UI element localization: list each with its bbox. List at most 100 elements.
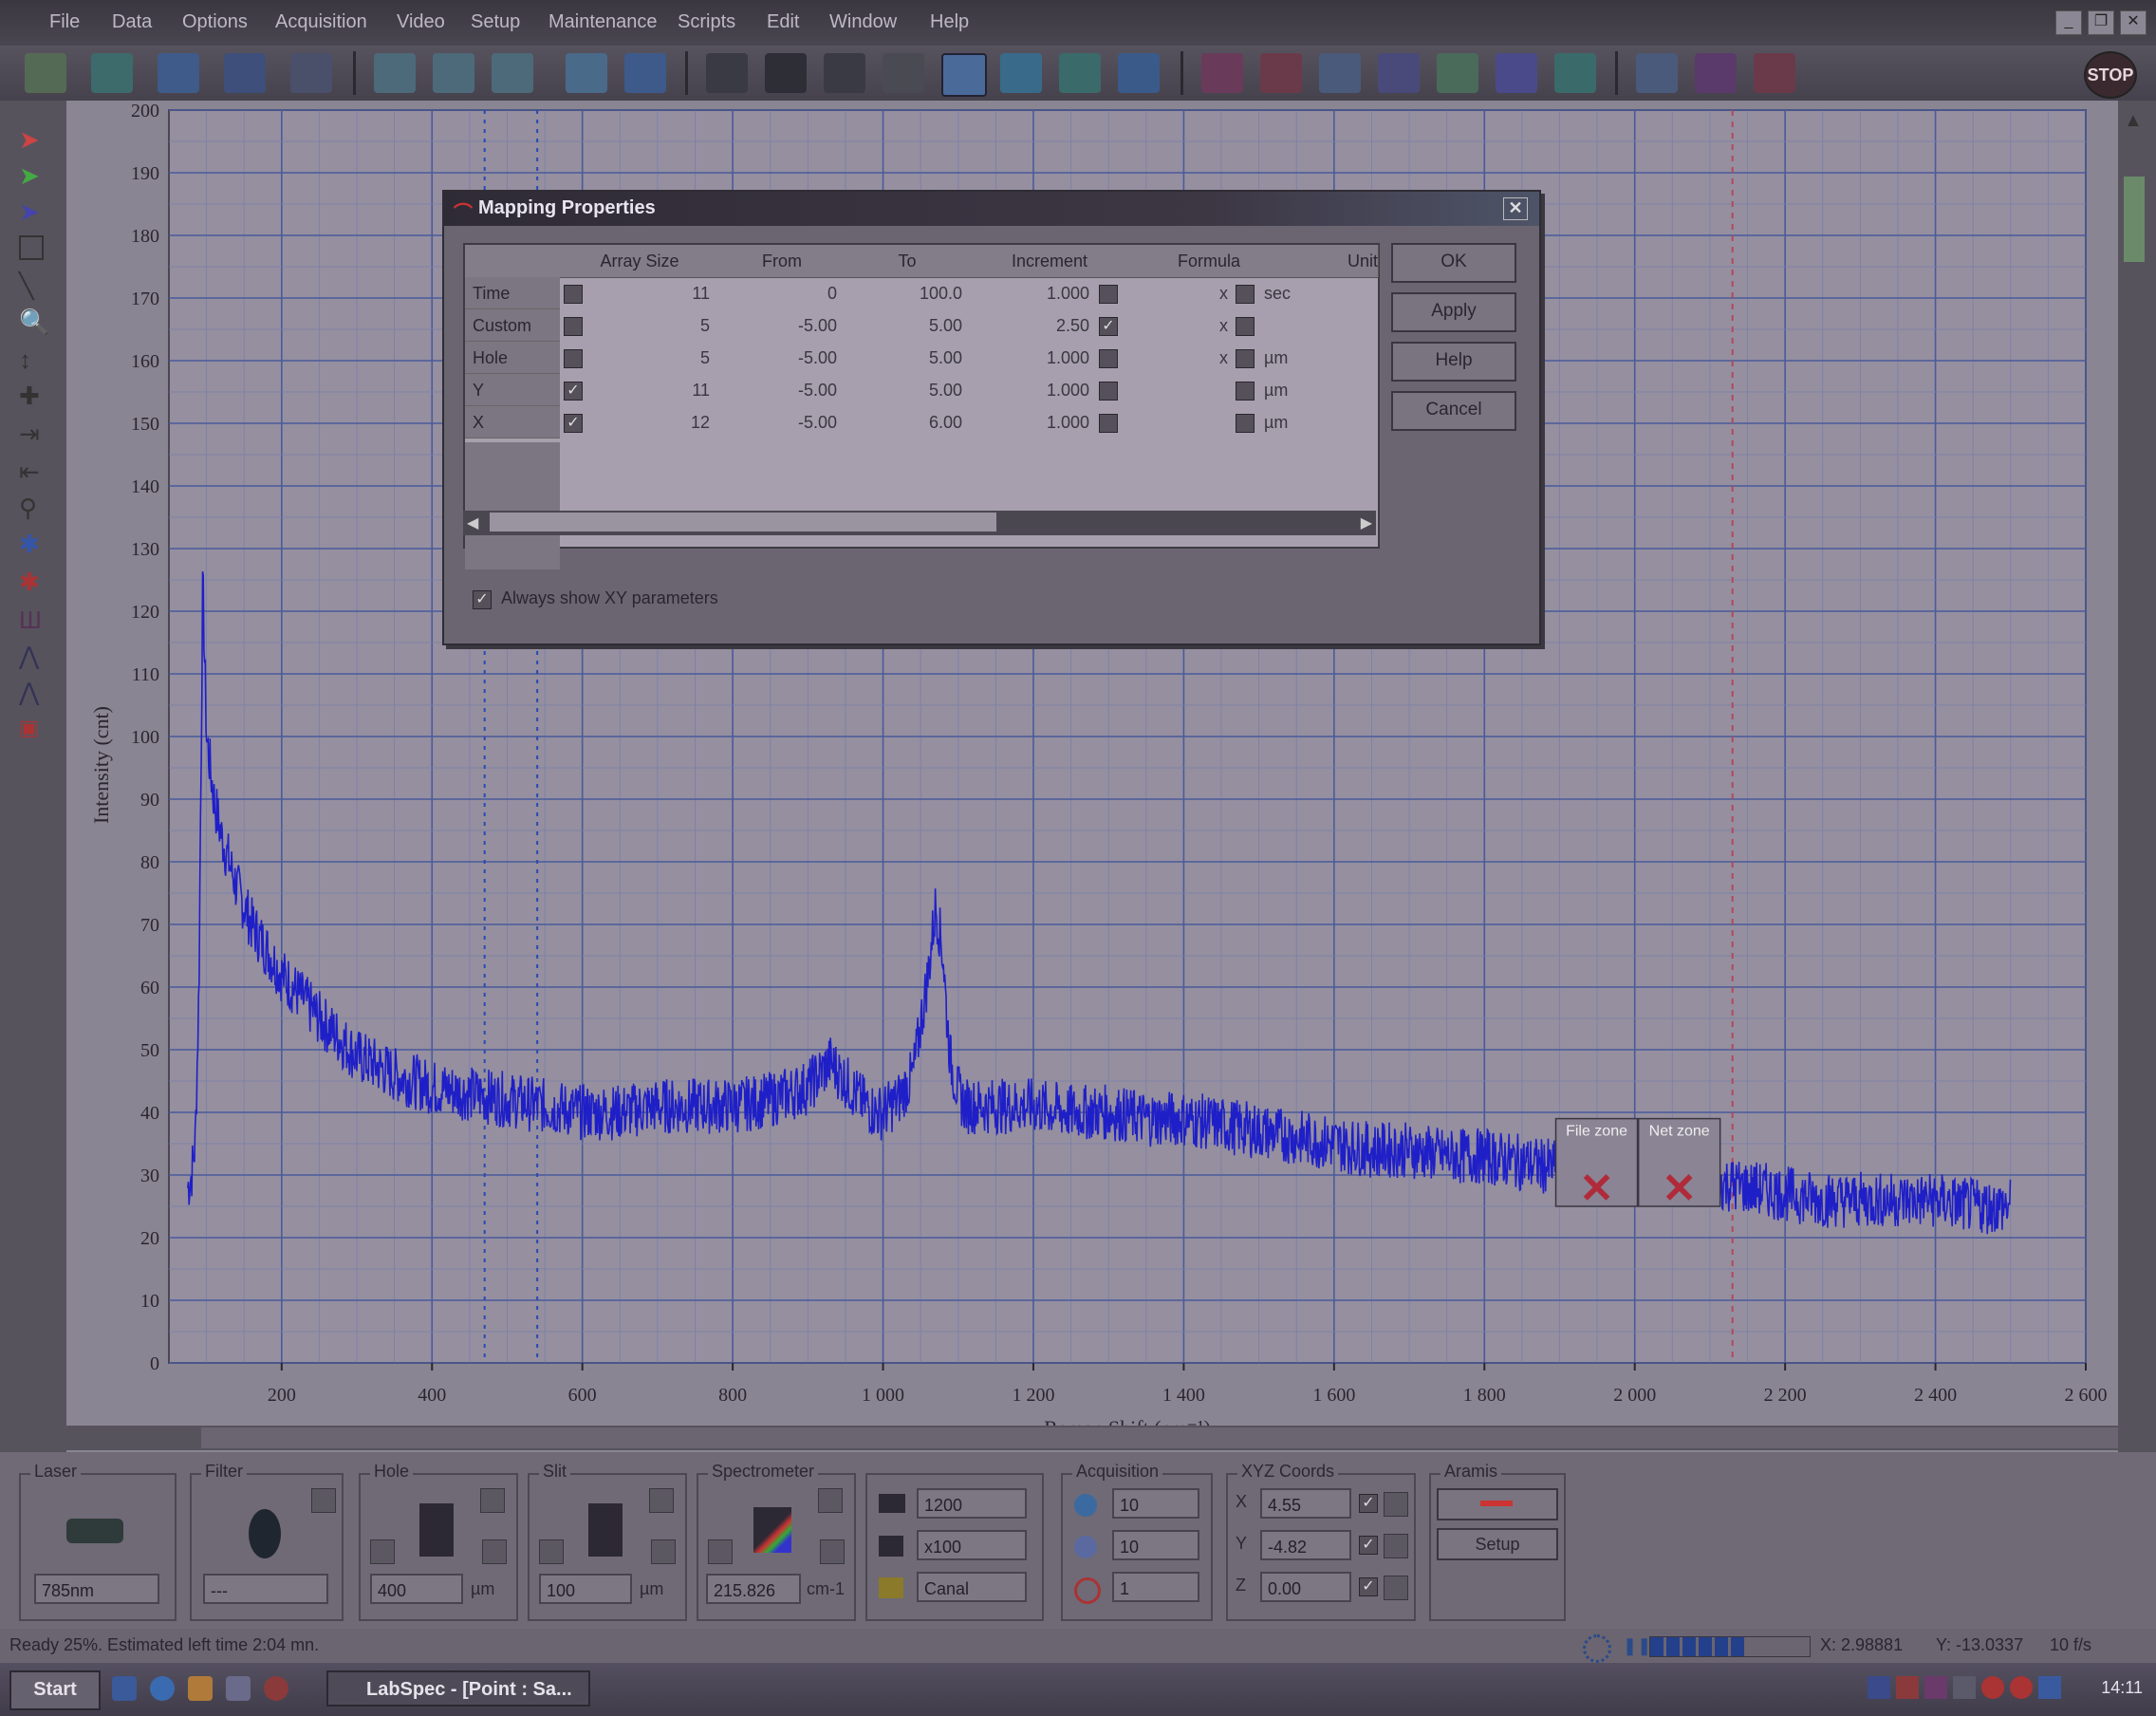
formula-cell[interactable]: x bbox=[1129, 277, 1228, 309]
ok-button[interactable]: OK bbox=[1391, 243, 1516, 283]
slit-increase-icon[interactable] bbox=[651, 1539, 676, 1564]
formula-checkbox[interactable]: ✓ bbox=[1099, 317, 1118, 336]
stage-icon[interactable] bbox=[824, 53, 865, 93]
to-cell[interactable]: 6.00 bbox=[845, 406, 962, 438]
slit-decrease-icon[interactable] bbox=[539, 1539, 564, 1564]
unit-checkbox[interactable] bbox=[1236, 317, 1255, 336]
print-icon[interactable] bbox=[224, 53, 266, 93]
cursor-right-icon[interactable]: ⇥ bbox=[19, 420, 47, 448]
mail-icon[interactable] bbox=[188, 1676, 213, 1701]
zoom-window-icon[interactable] bbox=[566, 53, 607, 93]
spectrometer-settings-icon[interactable] bbox=[818, 1488, 843, 1513]
array-size-cell[interactable]: 11 bbox=[588, 374, 710, 406]
scroll-up-icon[interactable]: ▲ bbox=[2124, 110, 2152, 139]
marker-icon[interactable]: ▣ bbox=[19, 716, 47, 744]
close-icon[interactable]: ✕ bbox=[1503, 197, 1528, 220]
align-icon[interactable] bbox=[492, 53, 533, 93]
pointer-blue-icon[interactable]: ➤ bbox=[19, 197, 47, 226]
peak-icon[interactable] bbox=[1201, 53, 1243, 93]
x-coord-checkbox[interactable]: ✓ bbox=[1359, 1494, 1378, 1513]
unit-checkbox[interactable] bbox=[1236, 285, 1255, 304]
grid-icon[interactable] bbox=[883, 53, 924, 93]
y-coord-input[interactable]: -4.82 bbox=[1260, 1530, 1351, 1560]
context-help-icon[interactable] bbox=[290, 53, 332, 93]
line-icon[interactable]: ╲ bbox=[19, 271, 47, 300]
labspec-quick-icon[interactable] bbox=[226, 1676, 251, 1701]
cross-icon[interactable]: ✚ bbox=[19, 382, 47, 410]
y-coord-go-icon[interactable] bbox=[1384, 1534, 1408, 1558]
pointer-green-icon[interactable]: ➤ bbox=[19, 161, 47, 190]
acquire-icon[interactable] bbox=[706, 53, 748, 93]
fit-peak-2-icon[interactable]: ⋀ bbox=[19, 678, 47, 706]
formula-checkbox[interactable] bbox=[1099, 414, 1118, 433]
formula-cell[interactable] bbox=[1129, 406, 1228, 438]
menu-file[interactable]: File bbox=[49, 11, 80, 33]
menu-help[interactable]: Help bbox=[930, 11, 969, 33]
increment-cell[interactable]: 1.000 bbox=[970, 342, 1089, 374]
analysis-icon[interactable] bbox=[1554, 53, 1596, 93]
to-cell[interactable]: 5.00 bbox=[845, 374, 962, 406]
spectrometer-increase-icon[interactable] bbox=[820, 1539, 845, 1564]
x-coord-go-icon[interactable] bbox=[1384, 1492, 1408, 1517]
start-button[interactable]: Start bbox=[9, 1670, 101, 1710]
vertical-scale-icon[interactable] bbox=[433, 53, 474, 93]
move-icon[interactable] bbox=[374, 53, 416, 93]
pointer-red-icon[interactable]: ➤ bbox=[19, 125, 47, 154]
media-icon[interactable] bbox=[264, 1676, 288, 1701]
objective-select[interactable]: x100 bbox=[917, 1530, 1027, 1560]
increment-cell[interactable]: 1.000 bbox=[970, 406, 1089, 438]
laser-select[interactable]: 785nm bbox=[34, 1574, 159, 1604]
stop-button[interactable]: STOP bbox=[2084, 51, 2137, 99]
array-size-cell[interactable]: 11 bbox=[588, 277, 710, 309]
video-icon[interactable] bbox=[1059, 53, 1101, 93]
y-coord-checkbox[interactable]: ✓ bbox=[1359, 1536, 1378, 1555]
tray-app-icon[interactable] bbox=[1953, 1676, 1976, 1699]
increment-cell[interactable]: 1.000 bbox=[970, 277, 1089, 309]
scroll-thumb[interactable] bbox=[490, 513, 996, 532]
spectrometer-input[interactable]: 215.826 bbox=[706, 1574, 801, 1604]
apply-button[interactable]: Apply bbox=[1391, 292, 1516, 332]
info-icon[interactable] bbox=[624, 53, 666, 93]
vertical-move-icon[interactable]: ↕ bbox=[19, 345, 47, 374]
acquisition-time-input[interactable]: 10 bbox=[1112, 1488, 1199, 1519]
spectra-icon[interactable] bbox=[1496, 53, 1537, 93]
array-size-cell[interactable]: 5 bbox=[588, 309, 710, 342]
tray-monitor-icon[interactable] bbox=[2038, 1676, 2061, 1699]
network-icon[interactable] bbox=[1896, 1676, 1919, 1699]
restore-icon[interactable]: ❐ bbox=[2088, 10, 2114, 35]
peak-remove-icon[interactable]: ✱ bbox=[19, 568, 47, 596]
canal-select[interactable]: Canal bbox=[917, 1572, 1027, 1602]
row-enable-checkbox[interactable]: ✓ bbox=[564, 414, 583, 433]
cursor-delete-icon[interactable]: ⇤ bbox=[19, 457, 47, 486]
filter-settings-icon[interactable] bbox=[311, 1488, 336, 1513]
net-zone-close-icon[interactable]: ✕ bbox=[1662, 1166, 1697, 1212]
unit-cell[interactable]: µm bbox=[1264, 342, 1321, 374]
save-icon[interactable] bbox=[158, 53, 199, 93]
filter-select[interactable]: --- bbox=[203, 1574, 328, 1604]
cancel-button[interactable]: Cancel bbox=[1391, 391, 1516, 431]
menu-acquisition[interactable]: Acquisition bbox=[275, 11, 367, 33]
row-enable-checkbox[interactable]: ✓ bbox=[564, 382, 583, 401]
formula-cell[interactable] bbox=[1129, 374, 1228, 406]
color-map-icon[interactable] bbox=[1695, 53, 1737, 93]
grid-horizontal-scrollbar[interactable]: ◀ ▶ bbox=[463, 511, 1376, 535]
unit-cell[interactable]: sec bbox=[1264, 277, 1321, 309]
folder-icon[interactable] bbox=[91, 53, 133, 93]
to-cell[interactable]: 100.0 bbox=[845, 277, 962, 309]
hole-settings-icon[interactable] bbox=[480, 1488, 505, 1513]
z-coord-checkbox[interactable]: ✓ bbox=[1359, 1577, 1378, 1596]
language-icon[interactable] bbox=[1868, 1676, 1890, 1699]
formula-checkbox[interactable] bbox=[1099, 285, 1118, 304]
fit-peak-icon[interactable]: ⋀ bbox=[19, 642, 47, 670]
side-panel-icon[interactable] bbox=[2124, 177, 2145, 262]
from-cell[interactable]: 0 bbox=[719, 277, 837, 309]
unit-checkbox[interactable] bbox=[1236, 349, 1255, 368]
to-cell[interactable]: 5.00 bbox=[845, 309, 962, 342]
map-select-icon[interactable] bbox=[941, 53, 987, 97]
zoom-icon[interactable]: 🔍 bbox=[19, 308, 49, 336]
volume-icon[interactable] bbox=[1924, 1676, 1947, 1699]
slit-input[interactable]: 100 bbox=[539, 1574, 632, 1604]
menu-options[interactable]: Options bbox=[182, 11, 248, 33]
desktop-icon[interactable] bbox=[112, 1676, 137, 1701]
menu-setup[interactable]: Setup bbox=[471, 11, 520, 33]
